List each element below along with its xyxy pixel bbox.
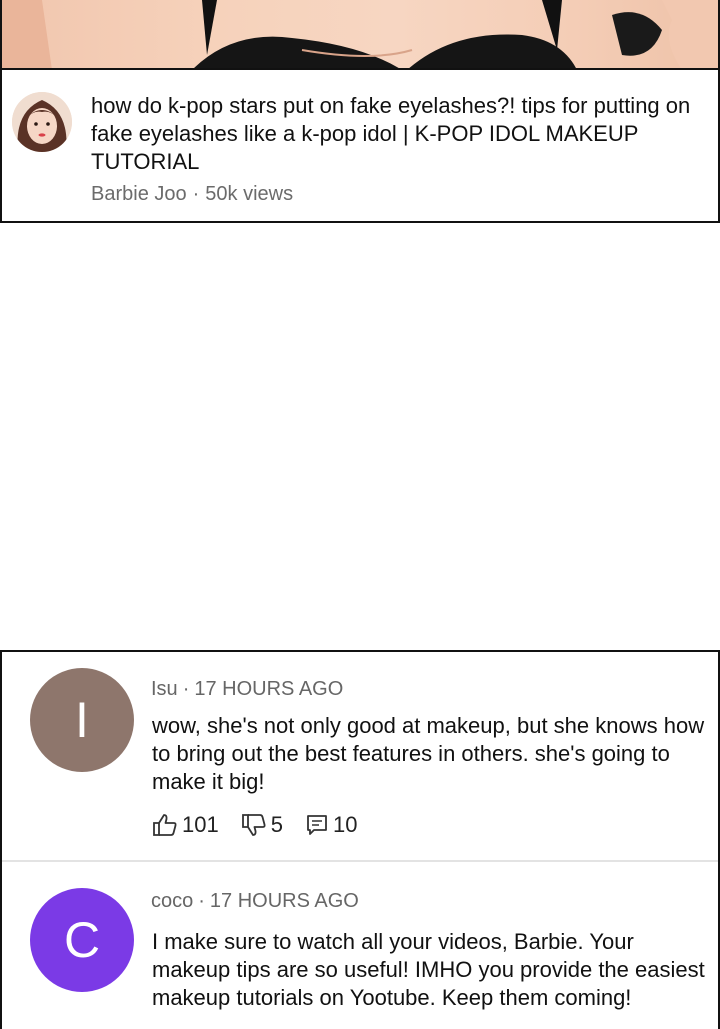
meta-separator: · bbox=[192, 183, 200, 205]
comment-header: coco · 17 HOURS AGO bbox=[151, 890, 359, 913]
thumbs-up-icon bbox=[153, 814, 177, 836]
channel-avatar-image bbox=[12, 92, 72, 152]
header-separator: · bbox=[198, 890, 205, 912]
avatar-letter: C bbox=[63, 912, 101, 968]
comment-avatar[interactable]: I bbox=[30, 668, 134, 772]
dislike-count: 5 bbox=[270, 812, 283, 837]
video-title[interactable]: how do k-pop stars put on fake eyelashes… bbox=[91, 92, 711, 176]
channel-name[interactable]: Barbie Joo bbox=[91, 183, 187, 205]
dislike-button[interactable]: 5 bbox=[241, 812, 283, 838]
comment-time: 17 HOURS AGO bbox=[209, 890, 359, 912]
comments-panel: I Isu · 17 HOURS AGO wow, she's not only g… bbox=[0, 650, 720, 1029]
comment-actions: 101 5 10 bbox=[152, 812, 379, 838]
comment-avatar[interactable]: C bbox=[30, 888, 134, 992]
comment-author[interactable]: coco bbox=[151, 890, 193, 912]
header-separator: · bbox=[182, 678, 190, 700]
reply-icon bbox=[307, 815, 327, 835]
comment-time: 17 HOURS AGO bbox=[194, 678, 344, 700]
comment-author[interactable]: Isu bbox=[151, 678, 178, 700]
comment-item: C coco · 17 HOURS AGO I make sure to watch… bbox=[2, 864, 718, 1029]
illustration-art bbox=[2, 0, 718, 68]
video-card[interactable]: how do k-pop stars put on fake eyelashes… bbox=[0, 70, 720, 223]
channel-avatar[interactable] bbox=[12, 92, 72, 152]
comic-illustration-strip bbox=[0, 0, 720, 70]
reply-button[interactable]: 10 bbox=[305, 812, 357, 838]
comment-text: I make sure to watch all your videos, Ba… bbox=[152, 929, 705, 1010]
avatar-letter: I bbox=[75, 692, 89, 748]
reply-count: 10 bbox=[332, 812, 358, 837]
view-count: 50k views bbox=[205, 183, 294, 205]
comment-header: Isu · 17 HOURS AGO bbox=[151, 678, 343, 701]
like-count: 101 bbox=[182, 812, 219, 837]
thumbs-down-icon bbox=[241, 814, 266, 836]
video-meta: Barbie Joo · 50k views bbox=[91, 183, 293, 206]
comment-item: I Isu · 17 HOURS AGO wow, she's not only g… bbox=[2, 652, 718, 862]
like-button[interactable]: 101 bbox=[152, 812, 219, 838]
comment-text: wow, she's not only good at makeup, but … bbox=[152, 713, 705, 794]
